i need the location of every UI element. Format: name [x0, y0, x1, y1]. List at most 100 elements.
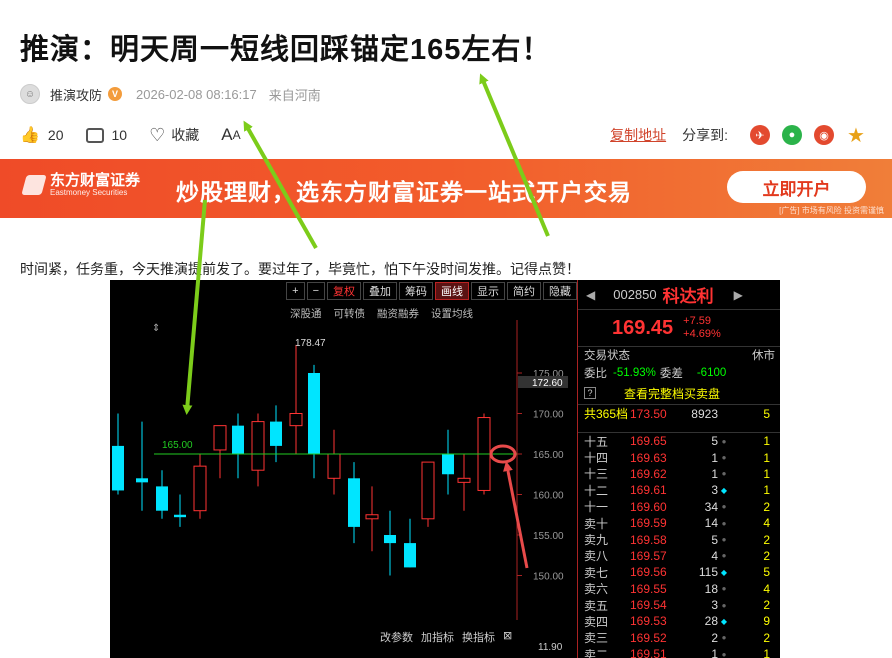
- order-marker-icon: ●: [721, 584, 727, 594]
- trade-status: 交易状态 休市: [578, 346, 780, 362]
- high-label: 178.47: [295, 338, 326, 349]
- orderbook-row[interactable]: 卖九 169.58 5 ● 2: [578, 531, 780, 548]
- candle-body: [308, 373, 320, 454]
- last-price: 169.45: [612, 316, 674, 339]
- candle-body: [112, 445, 124, 491]
- subbar-item[interactable]: 设置均线: [431, 306, 473, 321]
- candle-body: [232, 425, 244, 454]
- candle-body: [457, 477, 471, 483]
- orderbook-row[interactable]: 卖十 169.59 14 ● 4: [578, 515, 780, 531]
- price-tick: 155.00: [533, 531, 564, 542]
- author-name[interactable]: 推演攻防: [50, 85, 102, 104]
- article-body: 时间紧，任务重，今天推演提前发了。要过年了，毕竟忙，怕下午没时间发推。记得点赞！: [20, 261, 580, 277]
- subbar-item[interactable]: 可转债: [334, 306, 366, 321]
- toolbar-fuquan[interactable]: 复权: [327, 282, 361, 300]
- price-tick: 170.00: [533, 410, 564, 421]
- orderbook-row[interactable]: 十二 169.61 3 ◆ 1: [578, 482, 780, 498]
- indicator-add[interactable]: 加指标: [421, 629, 454, 645]
- stock-name: 科达利: [662, 287, 714, 306]
- price-tick: 160.00: [533, 491, 564, 502]
- scroll-arrow-icon: ⇕: [152, 323, 160, 334]
- order-marker-icon: ◆: [720, 616, 728, 626]
- wechat-icon[interactable]: ●: [782, 125, 802, 145]
- font-size-button[interactable]: AA: [221, 125, 240, 145]
- orderbook-row[interactable]: 卖四 169.53 28 ◆ 9: [578, 613, 780, 629]
- order-marker-icon: ●: [721, 436, 727, 446]
- font-size-icon: A: [221, 125, 233, 144]
- candles-group: [112, 344, 491, 576]
- next-stock-icon[interactable]: ▶: [734, 288, 743, 302]
- toolbar-chips[interactable]: 筹码: [399, 282, 433, 300]
- toolbar-overlay[interactable]: 叠加: [363, 282, 397, 300]
- candle-body: [365, 514, 379, 520]
- order-marker-icon: ●: [721, 502, 727, 512]
- price-tick: 165.00: [533, 450, 564, 461]
- avatar[interactable]: ☺: [20, 84, 40, 104]
- star-icon[interactable]: ★: [846, 125, 866, 147]
- orderbook-row[interactable]: 十四 169.63 1 ● 1: [578, 449, 780, 466]
- comment-count: 10: [111, 127, 128, 143]
- candle-body: [384, 535, 396, 544]
- orderbook-row[interactable]: 卖七 169.56 115 ◆ 5: [578, 564, 780, 580]
- candle-body: [136, 478, 148, 483]
- anchor-line-label: 165.00: [162, 440, 193, 451]
- indicator-params[interactable]: 改参数: [380, 629, 413, 645]
- candle-body: [404, 543, 416, 568]
- share-moments-icon[interactable]: ✈: [750, 125, 770, 145]
- comment-icon: [85, 127, 104, 143]
- view-full-orderbook[interactable]: ? 查看完整档买卖盘: [578, 384, 780, 402]
- prev-stock-icon[interactable]: ◀: [586, 288, 595, 302]
- comment-button[interactable]: 10: [85, 127, 128, 143]
- candle-body: [270, 421, 282, 446]
- order-marker-icon: ●: [721, 535, 727, 545]
- chart-toolbar: + − 复权 叠加 筹码 画线 显示 简约 隐藏: [110, 280, 577, 302]
- brand-logo-icon: [21, 175, 47, 195]
- toolbar-drawline[interactable]: 画线: [435, 282, 469, 300]
- open-account-button[interactable]: 立即开户: [727, 171, 866, 203]
- candle-body: [442, 454, 454, 475]
- toolbar-simple[interactable]: 简约: [507, 282, 541, 300]
- order-marker-icon: ◆: [720, 485, 728, 495]
- toolbar-minus[interactable]: −: [306, 282, 325, 300]
- help-icon[interactable]: ?: [584, 387, 596, 399]
- article-page: 推演：明天周一短线回踩锚定165左右！ ☺ 推演攻防 V 2026-02-08 …: [0, 0, 892, 658]
- orderbook-row[interactable]: 卖六 169.55 18 ● 4: [578, 581, 780, 597]
- orderbook-total: 共365档 173.50 8923 5: [578, 404, 780, 422]
- orderbook-row[interactable]: 卖五 169.54 3 ● 2: [578, 597, 780, 613]
- order-marker-icon: ●: [721, 551, 727, 561]
- verified-badge-icon: V: [108, 87, 123, 101]
- stock-code: 002850: [613, 287, 657, 302]
- stock-header: ◀ 002850 科达利 ▶: [578, 280, 780, 310]
- toolbar-display[interactable]: 显示: [471, 282, 505, 300]
- order-marker-icon: ●: [721, 469, 727, 479]
- orderbook-row[interactable]: 卖八 169.57 4 ● 2: [578, 548, 780, 564]
- order-marker-icon: ●: [721, 633, 727, 643]
- orderbook-row[interactable]: 十五 169.65 5 ● 1: [578, 433, 780, 449]
- toolbar-hide[interactable]: 隐藏: [543, 282, 577, 300]
- brand-logo: 东方财富证券 Eastmoney Securities: [21, 173, 140, 197]
- subbar-item[interactable]: 融资融券: [377, 306, 419, 321]
- copy-link[interactable]: 复制地址: [610, 125, 666, 145]
- article-title: 推演：明天周一短线回踩锚定165左右！: [20, 34, 552, 66]
- close-icon[interactable]: ⊠: [503, 629, 512, 645]
- article-actions: 👍 20 10 ♡ 收藏 AA: [20, 123, 263, 147]
- indicator-change[interactable]: 换指标: [462, 629, 495, 645]
- candle-body: [289, 413, 303, 427]
- ad-banner[interactable]: 东方财富证券 Eastmoney Securities 炒股理财，选东方财富证券…: [0, 159, 892, 218]
- order-marker-icon: ●: [721, 600, 727, 610]
- favorite-button[interactable]: ♡ 收藏: [149, 125, 199, 146]
- subbar-item[interactable]: 深股通: [290, 306, 322, 321]
- publish-date: 2026-02-08 08:16:17: [136, 86, 257, 102]
- source-location: 来自河南: [268, 87, 321, 103]
- brand-name-en: Eastmoney Securities: [50, 188, 128, 197]
- orderbook-row[interactable]: 十一 169.60 34 ● 2: [578, 499, 780, 515]
- orderbook-row[interactable]: 十三 169.62 1 ● 1: [578, 466, 780, 482]
- indicator-value: 11.90: [538, 642, 563, 653]
- orderbook-row[interactable]: 卖二 169.51 1 ● 1: [578, 646, 780, 658]
- orderbook-row[interactable]: 卖三 169.52 2 ● 2: [578, 630, 780, 646]
- toolbar-plus[interactable]: +: [286, 282, 305, 300]
- like-button[interactable]: 👍 20: [20, 125, 64, 145]
- thumb-up-icon: 👍: [20, 127, 40, 144]
- weibo-icon[interactable]: ◉: [814, 125, 834, 145]
- order-marker-icon: ●: [721, 649, 727, 658]
